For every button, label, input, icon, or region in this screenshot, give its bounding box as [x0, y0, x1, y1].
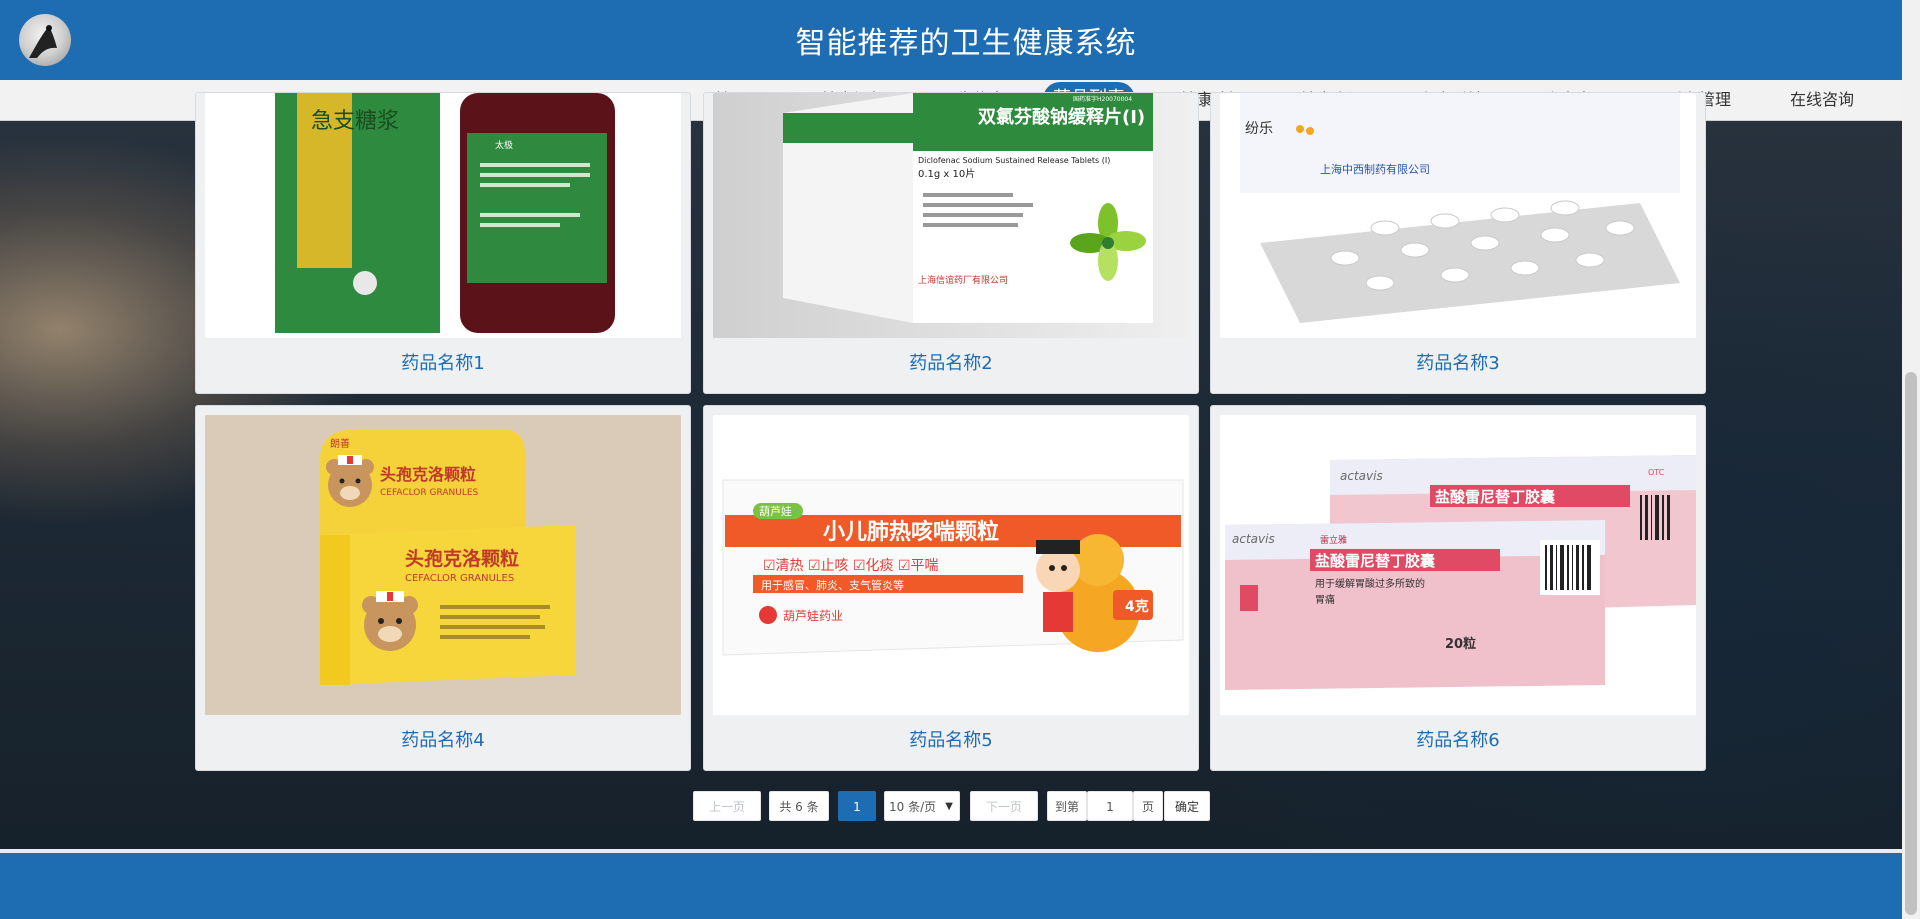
product-image[interactable]: 急支糖浆 太极: [205, 93, 681, 338]
product-text: 胃痛: [1315, 593, 1335, 606]
product-text: 0.1g x 10片: [918, 167, 975, 180]
product-text: 4克: [1125, 598, 1149, 615]
product-text: 雷立雅: [1320, 534, 1347, 546]
product-card[interactable]: 纷乐 上海中西制药有限公司 药品名称3: [1210, 92, 1706, 394]
product-text: actavis: [1232, 532, 1275, 546]
product-text: 头孢克洛颗粒: [380, 465, 476, 484]
goto-suffix: 页: [1133, 791, 1163, 821]
product-text: 上海中西制药有限公司: [1320, 162, 1430, 176]
product-text: 盐酸雷尼替丁胶囊: [1315, 552, 1436, 570]
page-size-value: 10 条/页: [889, 800, 937, 814]
product-text: Diclofenac Sodium Sustained Release Tabl…: [918, 156, 1110, 165]
product-image[interactable]: 头孢克洛颗粒 CEFACLOR GRANULES 头孢克洛颗粒 CEFACLOR…: [205, 415, 681, 715]
product-text: ☑清热 ☑止咳 ☑化痰 ☑平喘: [763, 557, 939, 574]
goto-label: 到第: [1047, 791, 1087, 821]
prev-page-button[interactable]: 上一页: [693, 791, 761, 821]
product-text: 葫芦娃: [759, 505, 792, 518]
product-name[interactable]: 药品名称5: [704, 726, 1198, 752]
scrollbar[interactable]: [1902, 0, 1920, 919]
product-text: 纷乐: [1245, 121, 1273, 137]
chevron-down-icon: ▼: [945, 801, 953, 812]
product-name[interactable]: 药品名称2: [704, 349, 1198, 375]
header-bar: 智能推荐的卫生健康系统: [0, 0, 1902, 80]
product-text: 上海信谊药厂有限公司: [918, 274, 1008, 286]
product-text: 太极: [495, 139, 513, 151]
product-text: 小儿肺热咳喘颗粒: [823, 519, 999, 545]
product-text: 用于感冒、肺炎、支气管炎等: [761, 578, 904, 592]
product-text: 国药准字H20070004: [1073, 95, 1132, 103]
scrollbar-thumb[interactable]: [1905, 372, 1917, 915]
product-text: CEFACLOR GRANULES: [405, 573, 514, 584]
product-image[interactable]: 双氯芬酸钠缓释片(I) Diclofenac Sodium Sustained …: [713, 93, 1189, 338]
next-page-button[interactable]: 下一页: [970, 791, 1038, 821]
product-text: 20粒: [1445, 636, 1476, 652]
product-text: 头孢克洛颗粒: [405, 547, 519, 570]
footer: [0, 849, 1902, 919]
product-image[interactable]: 小儿肺热咳喘颗粒 葫芦娃 ☑清热 ☑止咳 ☑化痰 ☑平喘 用于感冒、肺炎、支气管…: [713, 415, 1189, 715]
product-text: CEFACLOR GRANULES: [380, 488, 479, 498]
product-name[interactable]: 药品名称6: [1211, 726, 1705, 752]
page-size-select[interactable]: 10 条/页 ▼: [884, 791, 960, 821]
product-text: 盐酸雷尼替丁胶囊: [1435, 488, 1556, 506]
product-name[interactable]: 药品名称4: [196, 726, 690, 752]
product-image[interactable]: 纷乐 上海中西制药有限公司: [1220, 93, 1696, 338]
product-image[interactable]: actavis 盐酸雷尼替丁胶囊 OTC actavis 雷立雅 盐酸雷尼替丁胶…: [1220, 415, 1696, 715]
product-text: actavis: [1340, 469, 1383, 483]
total-count: 共 6 条: [769, 791, 829, 821]
page-number-1[interactable]: 1: [838, 791, 876, 821]
confirm-button[interactable]: 确定: [1164, 791, 1210, 821]
product-card[interactable]: 头孢克洛颗粒 CEFACLOR GRANULES 头孢克洛颗粒 CEFACLOR…: [195, 405, 691, 771]
product-text: 葫芦娃药业: [783, 609, 843, 623]
product-text: 急支糖浆: [311, 109, 399, 134]
product-card[interactable]: 小儿肺热咳喘颗粒 葫芦娃 ☑清热 ☑止咳 ☑化痰 ☑平喘 用于感冒、肺炎、支气管…: [703, 405, 1199, 771]
product-text: 用于缓解胃酸过多所致的: [1315, 577, 1425, 590]
product-card[interactable]: 双氯芬酸钠缓释片(I) Diclofenac Sodium Sustained …: [703, 92, 1199, 394]
goto-page-input[interactable]: 1: [1087, 791, 1133, 821]
site-title: 智能推荐的卫生健康系统: [795, 26, 1137, 61]
product-text: 朗善: [330, 437, 350, 450]
product-text: 双氯芬酸钠缓释片(I): [978, 106, 1145, 128]
product-card[interactable]: actavis 盐酸雷尼替丁胶囊 OTC actavis 雷立雅 盐酸雷尼替丁胶…: [1210, 405, 1706, 771]
product-name[interactable]: 药品名称3: [1211, 349, 1705, 375]
product-name[interactable]: 药品名称1: [196, 349, 690, 375]
product-text: OTC: [1648, 468, 1665, 477]
product-card[interactable]: 急支糖浆 太极 药品名称1: [195, 92, 691, 394]
nav-online-consult[interactable]: 在线咨询: [1790, 80, 1854, 120]
